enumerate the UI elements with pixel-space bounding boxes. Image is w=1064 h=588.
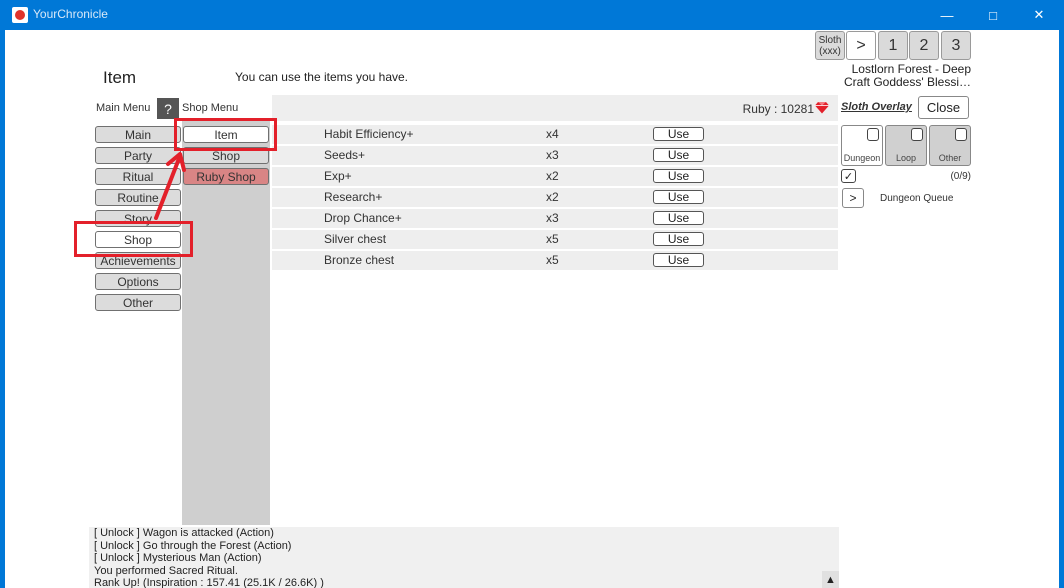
log-line: [ Unlock ] Go through the Forest (Action… bbox=[94, 539, 292, 552]
item-name: Research+ bbox=[324, 190, 383, 204]
sloth-button-sub: (xxx) bbox=[819, 45, 841, 57]
item-name: Exp+ bbox=[324, 169, 352, 183]
item-quantity: x3 bbox=[546, 148, 559, 162]
log-line: Rank Up! (Inspiration : 157.41 (25.1K / … bbox=[94, 577, 324, 588]
ruby-icon bbox=[815, 102, 829, 114]
page-3-button[interactable]: 3 bbox=[941, 31, 971, 60]
loop-checkbox[interactable] bbox=[911, 128, 923, 141]
item-quantity: x2 bbox=[546, 190, 559, 204]
highlight-arrow-icon bbox=[154, 152, 186, 220]
menu-other-button[interactable]: Other bbox=[95, 294, 181, 311]
maximize-button[interactable]: □ bbox=[970, 0, 1016, 30]
log-line: [ Unlock ] Wagon is attacked (Action) bbox=[94, 527, 274, 539]
help-button[interactable]: ? bbox=[157, 98, 179, 119]
use-button[interactable]: Use bbox=[653, 211, 704, 225]
ruby-count: Ruby : 10281 bbox=[742, 102, 814, 116]
item-name: Silver chest bbox=[324, 232, 387, 246]
app-icon bbox=[12, 7, 28, 23]
page-title: Item bbox=[103, 68, 137, 87]
filter-other-label: Other bbox=[938, 153, 962, 163]
filter-loop-toggle[interactable]: Loop bbox=[885, 125, 927, 166]
item-quantity: x4 bbox=[546, 127, 559, 141]
shop-shop-button[interactable]: Shop bbox=[183, 147, 269, 164]
main-menu-label: Main Menu bbox=[96, 102, 151, 114]
item-name: Seeds+ bbox=[324, 148, 366, 162]
item-name: Habit Efficiency+ bbox=[324, 127, 414, 141]
item-quantity: x5 bbox=[546, 232, 559, 246]
filter-loop-label: Loop bbox=[895, 153, 917, 163]
item-name: Bronze chest bbox=[324, 253, 395, 267]
dungeon-checkbox[interactable] bbox=[867, 128, 879, 141]
next-button[interactable]: > bbox=[846, 31, 876, 60]
use-button[interactable]: Use bbox=[653, 232, 704, 246]
item-name: Drop Chance+ bbox=[324, 211, 402, 225]
area-subtitle: Craft Goddess' Blessi… bbox=[843, 75, 971, 89]
sloth-button[interactable]: Sloth (xxx) bbox=[815, 31, 845, 60]
use-button[interactable]: Use bbox=[653, 127, 704, 141]
use-button[interactable]: Use bbox=[653, 190, 704, 204]
minimize-button[interactable]: — bbox=[924, 0, 970, 30]
page-1-button[interactable]: 1 bbox=[878, 31, 908, 60]
sloth-button-label: Sloth bbox=[818, 34, 842, 46]
page-description: You can use the items you have. bbox=[235, 70, 409, 84]
shop-ruby-shop-button[interactable]: Ruby Shop bbox=[183, 168, 269, 185]
window-title: YourChronicle bbox=[33, 7, 108, 21]
item-quantity: x5 bbox=[546, 253, 559, 267]
item-quantity: x3 bbox=[546, 211, 559, 225]
item-quantity: x2 bbox=[546, 169, 559, 183]
log-line: You performed Sacred Ritual. bbox=[94, 564, 238, 577]
use-button[interactable]: Use bbox=[653, 148, 704, 162]
close-window-button[interactable]: ✕ bbox=[1016, 0, 1062, 30]
title-bar: YourChronicle — □ ✕ bbox=[0, 0, 1064, 30]
filter-dungeon-toggle[interactable]: Dungeon bbox=[841, 125, 883, 166]
log-scroll-up-button[interactable]: ▲ bbox=[822, 571, 839, 588]
log-line: [ Unlock ] Mysterious Man (Action) bbox=[94, 552, 262, 565]
use-button[interactable]: Use bbox=[653, 253, 704, 267]
menu-options-button[interactable]: Options bbox=[95, 273, 181, 290]
dungeon-queue-button[interactable]: > bbox=[842, 188, 864, 208]
shop-item-button[interactable]: Item bbox=[183, 126, 269, 143]
filter-dungeon-label: Dungeon bbox=[843, 153, 881, 163]
sloth-close-button[interactable]: Close bbox=[918, 96, 969, 119]
page-2-button[interactable]: 2 bbox=[909, 31, 939, 60]
area-name: Lostlorn Forest - Deep bbox=[851, 62, 971, 76]
sloth-overlay-label[interactable]: Sloth Overlay bbox=[841, 101, 912, 113]
menu-main-button[interactable]: Main bbox=[95, 126, 181, 143]
dungeon-queue-label: Dungeon Queue bbox=[880, 193, 954, 204]
message-log: [ Unlock ] Wagon is attacked (Action) [ … bbox=[89, 527, 839, 588]
shop-menu-label: Shop Menu bbox=[182, 102, 239, 114]
queue-count: (0/9) bbox=[950, 171, 971, 182]
menu-achievements-button[interactable]: Achievements bbox=[95, 252, 181, 269]
queue-checkbox[interactable]: ✓ bbox=[841, 169, 856, 183]
use-button[interactable]: Use bbox=[653, 169, 704, 183]
menu-shop-button[interactable]: Shop bbox=[95, 231, 181, 248]
filter-other-toggle[interactable]: Other bbox=[929, 125, 971, 166]
other-checkbox[interactable] bbox=[955, 128, 967, 141]
